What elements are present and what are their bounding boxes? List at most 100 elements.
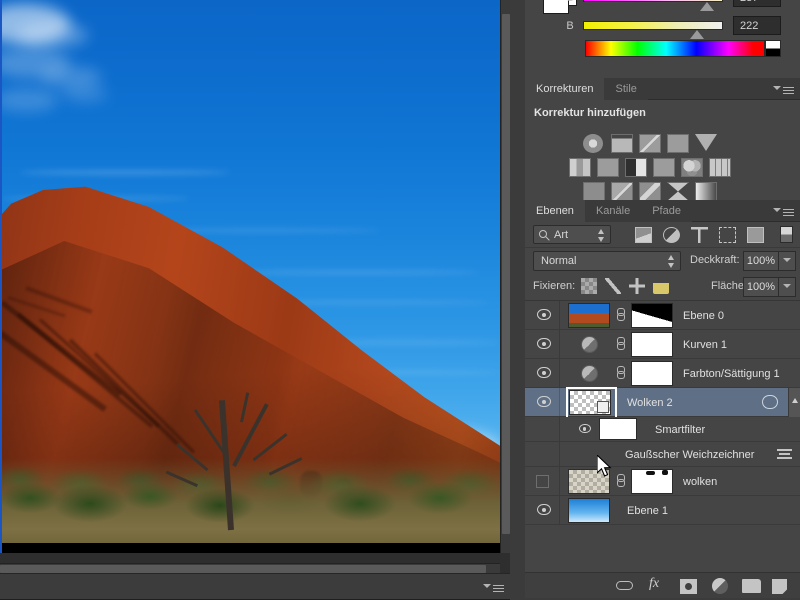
smartfilter-visibility-icon[interactable] (577, 424, 592, 435)
layers-panel-menu-icon[interactable] (773, 205, 794, 223)
visibility-toggle-icon[interactable] (535, 396, 553, 408)
opacity-dropdown-button[interactable] (779, 251, 796, 271)
layer-mask-thumbnail[interactable] (631, 303, 673, 328)
layer-row-gaussian-blur[interactable]: Gaußscher Weichzeichner (525, 442, 800, 467)
new-group-icon[interactable] (742, 579, 761, 593)
color-lookup-icon[interactable] (709, 158, 731, 177)
visibility-toggle-icon[interactable] (535, 338, 553, 350)
smart-object-layers-icon[interactable] (747, 227, 764, 243)
layer-list-scrollbar[interactable] (788, 388, 800, 417)
tab-kanaele[interactable]: Kanäle (584, 200, 642, 222)
layer-style-fx-icon[interactable]: fx (649, 576, 659, 592)
layer-row-wolken[interactable]: wolken (525, 467, 800, 496)
lock-image-icon[interactable] (605, 278, 621, 294)
new-layer-icon[interactable] (772, 579, 787, 594)
link-layers-icon[interactable] (616, 581, 633, 590)
invert-icon[interactable] (583, 182, 605, 201)
lock-all-icon[interactable] (653, 278, 669, 294)
layer-mask-thumbnail[interactable] (631, 361, 673, 386)
brightness-contrast-icon[interactable] (583, 134, 603, 153)
pixel-layers-icon[interactable] (635, 227, 652, 243)
visibility-toggle-icon[interactable] (535, 367, 553, 379)
canvas-vertical-scrollbar[interactable] (500, 0, 510, 553)
slider-value-g[interactable]: 237 (733, 0, 781, 7)
layer-mask-thumbnail[interactable] (631, 469, 673, 494)
opacity-value[interactable]: 100% (743, 251, 779, 271)
fill-value[interactable]: 100% (743, 277, 779, 297)
posterize-icon[interactable] (611, 182, 633, 201)
status-panel-menu-icon[interactable] (483, 581, 504, 599)
curves-icon[interactable] (639, 134, 661, 153)
visibility-toggle-icon[interactable] (535, 309, 553, 321)
add-layer-mask-icon[interactable] (680, 579, 697, 594)
photo-filter-icon[interactable] (653, 158, 675, 177)
tab-pfade[interactable]: Pfade (641, 200, 692, 222)
lock-position-icon[interactable] (629, 278, 645, 294)
selective-color-icon[interactable] (667, 182, 689, 201)
channel-mixer-icon[interactable] (681, 158, 703, 177)
color-panel: G 237 B 222 (525, 0, 800, 78)
layer-row-ebene-1[interactable]: Ebene 1 (525, 496, 800, 525)
shape-layers-icon[interactable] (719, 227, 736, 243)
link-icon[interactable] (617, 337, 625, 351)
slider-value-b[interactable]: 222 (733, 16, 781, 35)
slider-thumb-b[interactable] (690, 30, 704, 39)
visibility-toggle-icon[interactable] (535, 504, 553, 516)
color-spectrum-ramp[interactable] (585, 40, 765, 57)
vibrance-icon[interactable] (695, 134, 717, 151)
layer-effects-indicator-icon[interactable] (762, 395, 778, 409)
new-adjustment-layer-icon[interactable] (712, 578, 728, 594)
fill-dropdown-button[interactable] (779, 277, 796, 297)
canvas-horizontal-scrollbar[interactable] (0, 563, 500, 573)
vertical-scroll-thumb[interactable] (502, 14, 510, 534)
adjustment-layer-icon[interactable] (581, 336, 598, 353)
blend-mode-select[interactable]: Normal (533, 251, 681, 271)
color-spectrum-white-black[interactable] (765, 40, 781, 57)
layer-name: wolken (683, 476, 718, 488)
layer-row-ebene-0[interactable]: Ebene 0 (525, 301, 800, 330)
adjustments-panel-menu-icon[interactable] (773, 83, 794, 101)
panel-dock: G 237 B 222 Korrekturen Stile (510, 0, 800, 600)
layer-mask-thumbnail[interactable] (631, 332, 673, 357)
filter-type-stepper[interactable] (598, 229, 605, 242)
hue-saturation-icon[interactable] (569, 158, 591, 177)
layer-row-smartfilter[interactable]: Smartfilter (525, 417, 800, 442)
layer-name: Ebene 1 (627, 505, 668, 517)
adjustment-layer-icon[interactable] (581, 365, 598, 382)
scroll-up-arrow-icon[interactable] (792, 398, 798, 403)
link-icon[interactable] (617, 366, 625, 380)
slider-thumb-g[interactable] (700, 2, 714, 11)
link-icon[interactable] (617, 308, 625, 322)
exposure-icon[interactable] (667, 134, 689, 153)
layer-row-kurven-1[interactable]: Kurven 1 (525, 330, 800, 359)
tab-stile[interactable]: Stile (604, 78, 648, 100)
adjustment-layers-icon[interactable] (663, 227, 680, 243)
link-icon[interactable] (617, 474, 625, 488)
type-layers-icon[interactable] (691, 227, 708, 243)
horizontal-scroll-thumb[interactable] (0, 565, 486, 573)
visibility-toggle-icon-off[interactable] (536, 475, 549, 488)
layer-row-farbton-saettigung-1[interactable]: Farbton/Sättigung 1 (525, 359, 800, 388)
slider-track-b[interactable] (583, 21, 723, 30)
smartfilter-mask-thumbnail[interactable] (599, 418, 637, 440)
layer-thumbnail[interactable] (568, 498, 610, 523)
gradient-map-icon[interactable] (695, 182, 717, 201)
layer-thumbnail[interactable] (568, 303, 610, 328)
color-slider-row-g: G 237 (525, 0, 800, 12)
color-balance-icon[interactable] (597, 158, 619, 177)
adjustments-panel: Korrekturen Stile Korrektur hinzufügen (525, 78, 800, 201)
layer-filter-row: Art (525, 222, 800, 248)
black-white-icon[interactable] (625, 158, 647, 177)
filter-blending-options-icon[interactable] (777, 449, 792, 460)
filter-type-select[interactable]: Art (533, 225, 611, 244)
filter-enable-toggle[interactable] (780, 226, 793, 243)
lock-transparency-icon[interactable] (581, 278, 597, 294)
vegetation-foreground (0, 458, 500, 553)
levels-icon[interactable] (611, 134, 633, 153)
tab-korrekturen[interactable]: Korrekturen (525, 78, 605, 100)
image-canvas[interactable] (0, 0, 500, 553)
layer-row-wolken-2[interactable]: Wolken 2 (525, 387, 800, 419)
blend-mode-stepper[interactable] (668, 255, 675, 268)
tab-ebenen[interactable]: Ebenen (525, 200, 585, 222)
threshold-icon[interactable] (639, 182, 661, 201)
